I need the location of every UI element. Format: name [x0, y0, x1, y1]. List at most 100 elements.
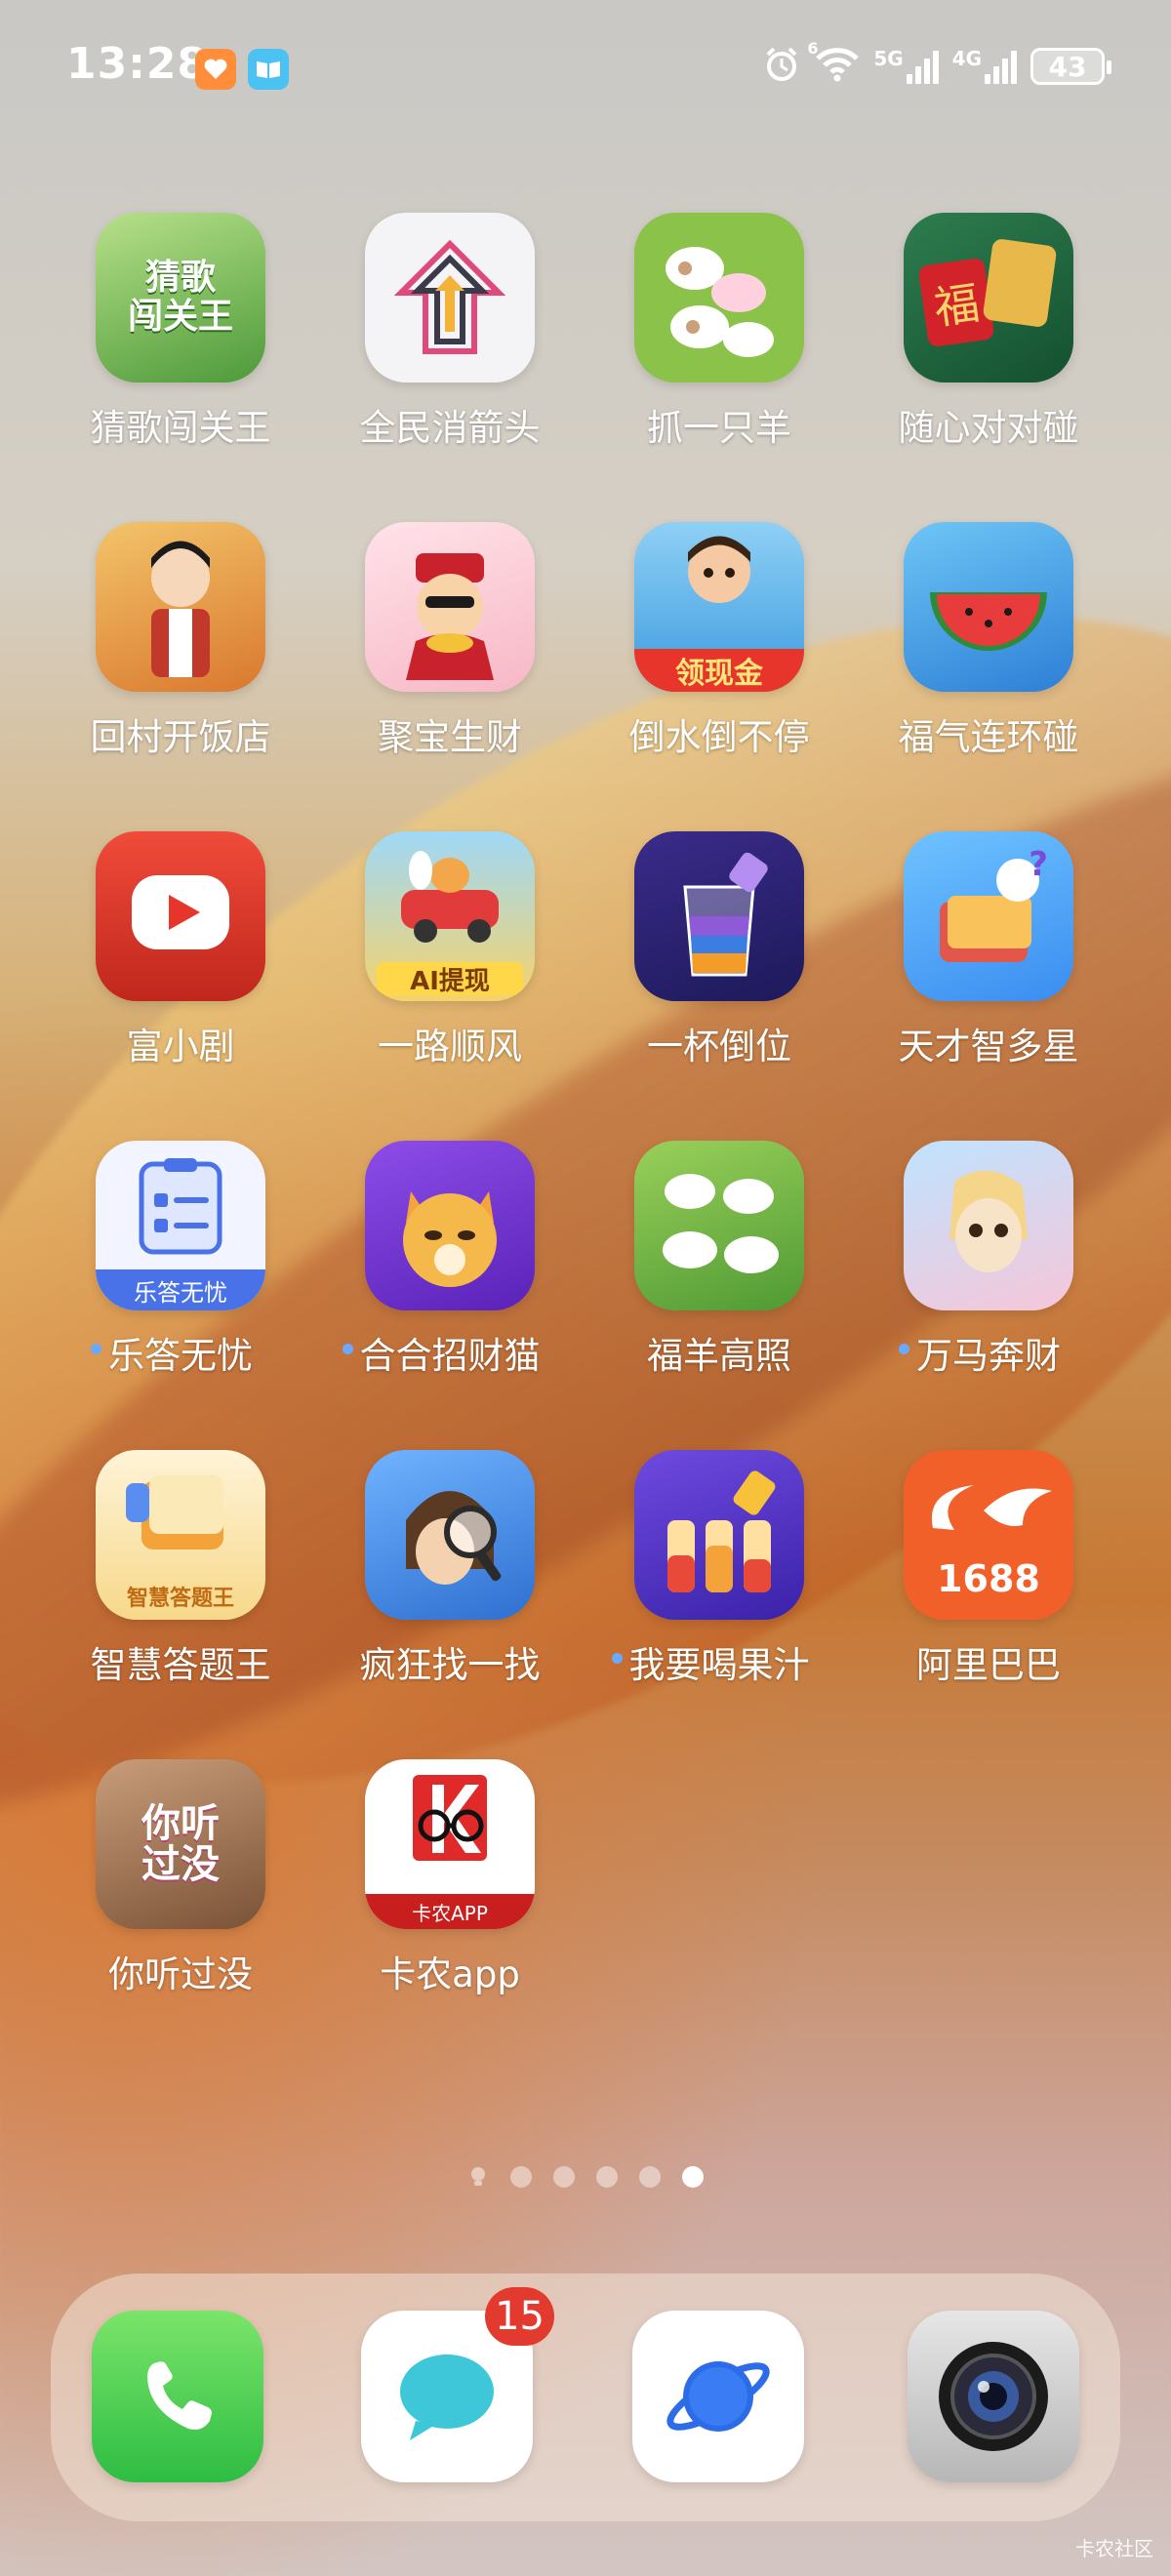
icon-text: 猜歌 闯关王 — [127, 258, 233, 337]
lucky-cat-icon — [365, 1141, 535, 1310]
planet-browser-icon — [666, 2361, 770, 2432]
app-label: 倒水倒不停 — [628, 716, 810, 758]
app-label: 随心对对碰 — [898, 407, 1079, 449]
app-label: 阿里巴巴 — [916, 1644, 1061, 1686]
fu-tile: 福 — [917, 257, 995, 348]
signal-icon — [906, 49, 939, 84]
icon-text-1688: 1688 — [937, 1557, 1040, 1600]
app-quanminxiaojiantou[interactable]: 全民消箭头 — [315, 213, 585, 457]
icon-text: 你听 过没 — [141, 1801, 220, 1887]
sheep-game-icon — [634, 213, 804, 382]
page-dot-2[interactable] — [553, 2166, 575, 2188]
status-indicators: 6 5G 4G 43 — [762, 41, 1111, 88]
new-app-dot — [91, 1344, 101, 1354]
alarm-icon — [762, 45, 801, 88]
wifi-icon: 6 — [807, 41, 860, 86]
app-zhuayizhiyang[interactable]: 抓一只羊 — [585, 213, 854, 457]
signal-4g: 4G — [952, 49, 1017, 84]
app-wanmabencai[interactable]: 万马奔财 — [854, 1141, 1123, 1385]
page-dot-search[interactable] — [467, 2166, 489, 2188]
app-label: 抓一只羊 — [647, 407, 791, 449]
music-quiz-icon: 你听 过没 — [96, 1759, 265, 1929]
quiz-book-icon: ? — [904, 831, 1073, 1001]
app-fuxiaoju[interactable]: 富小剧 — [46, 831, 315, 1075]
app-label: 合合招财猫 — [342, 1326, 541, 1379]
app-label: 猜歌闯关王 — [90, 407, 271, 449]
dock-messages[interactable]: 15 — [361, 2287, 554, 2482]
dock-browser[interactable] — [632, 2311, 804, 2482]
app-label-text: 乐答无忧 — [108, 1335, 253, 1377]
app-hehezhaocaimao[interactable]: 合合招财猫 — [315, 1141, 585, 1385]
app-label: 一路顺风 — [378, 1026, 522, 1067]
app-jubaoshengcai[interactable]: 聚宝生财 — [315, 522, 585, 766]
alibaba-1688-icon: 1688 — [904, 1450, 1073, 1620]
app-tiancaizhiduoxing[interactable]: ? 天才智多星 — [854, 831, 1123, 1075]
sheep-herd-icon — [634, 1141, 804, 1310]
page-indicator[interactable] — [0, 2166, 1171, 2188]
drink-cup-icon — [634, 831, 804, 1001]
cash-banner: 领现金 — [634, 649, 804, 692]
app-nitingguomei[interactable]: 你听 过没 你听过没 — [46, 1759, 315, 2003]
magnifier-detective-icon — [365, 1450, 535, 1620]
page-dot-3[interactable] — [596, 2166, 618, 2188]
status-bar: 13:28 6 5G 4G 43 — [0, 0, 1171, 137]
app-zhihuidatiwang[interactable]: 智慧答题王 智慧答题王 — [46, 1450, 315, 1694]
chat-bubble-icon — [400, 2355, 494, 2440]
icon-banner: 智慧答题王 — [126, 1587, 234, 1611]
fortune-tile-icon: 福 — [904, 213, 1073, 382]
restaurant-game-icon — [96, 522, 265, 692]
app-fuyanggaozhao[interactable]: 福羊高照 — [585, 1141, 854, 1385]
gold-tile — [982, 237, 1058, 329]
app-yilushunfeng[interactable]: AI提现 一路顺风 — [315, 831, 585, 1075]
battery-level: 43 — [1048, 50, 1087, 83]
dock-camera[interactable] — [908, 2311, 1079, 2482]
app-woyaoheguozhi[interactable]: 我要喝果汁 — [585, 1450, 854, 1694]
app-suixinduiduipeng[interactable]: 福 随心对对碰 — [854, 213, 1123, 457]
app-label-text: 我要喝果汁 — [628, 1644, 810, 1686]
unread-badge: 15 — [485, 2287, 554, 2346]
app-daoshuidaobuting[interactable]: 领现金 倒水倒不停 — [585, 522, 854, 766]
app-label: 一杯倒位 — [647, 1026, 791, 1067]
arrow-puzzle-icon — [365, 213, 535, 382]
status-time: 13:28 — [66, 39, 209, 89]
app-alibaba[interactable]: 1688 阿里巴巴 — [854, 1450, 1123, 1694]
app-label: 天才智多星 — [898, 1026, 1079, 1067]
app-caigechuangguanwang[interactable]: 猜歌 闯关王 猜歌闯关王 — [46, 213, 315, 457]
app-huicunkaifandian[interactable]: 回村开饭店 — [46, 522, 315, 766]
page-dot-1[interactable] — [510, 2166, 532, 2188]
clipboard-icon: 乐答无忧 — [96, 1141, 265, 1310]
new-app-dot — [611, 1653, 623, 1664]
watermark: 卡农社区 — [1075, 2537, 1153, 2560]
juice-bottles-icon — [634, 1450, 804, 1620]
signal-5g: 5G — [873, 47, 939, 84]
network-5g-label: 5G — [873, 47, 904, 70]
new-app-dot — [342, 1344, 353, 1354]
dock: 15 — [51, 2274, 1120, 2521]
watermelon-icon — [904, 522, 1073, 692]
pony-icon — [904, 1141, 1073, 1310]
app-kanongapp[interactable]: 卡农APP 卡农app — [315, 1759, 585, 2003]
dock-phone[interactable] — [92, 2311, 263, 2482]
lightbulb-icon — [471, 2167, 485, 2186]
app-fengkuangzhaoyizhao[interactable]: 疯狂找一找 — [315, 1450, 585, 1694]
app-ledawuyou[interactable]: 乐答无忧 乐答无忧 — [46, 1141, 315, 1385]
page-dot-4[interactable] — [639, 2166, 661, 2188]
ai-cash-banner: AI提现 — [377, 962, 523, 996]
app-label: 我要喝果汁 — [611, 1635, 810, 1688]
app-label: 福羊高照 — [647, 1335, 791, 1377]
new-app-dot — [899, 1344, 909, 1354]
battery-icon: 43 — [1030, 48, 1111, 85]
water-pour-icon: 领现金 — [634, 522, 804, 692]
wifi-sub-label: 6 — [807, 39, 819, 58]
app-label: 全民消箭头 — [359, 407, 541, 449]
camera-lens-icon — [939, 2342, 1048, 2451]
wealth-god-icon — [365, 522, 535, 692]
page-dot-5-active[interactable] — [682, 2166, 704, 2188]
app-label-text: 万马奔财 — [916, 1335, 1061, 1377]
signal-icon-2 — [985, 49, 1017, 84]
icon-banner: 乐答无忧 — [96, 1269, 265, 1310]
app-yibeidaowei[interactable]: 一杯倒位 — [585, 831, 854, 1075]
app-label: 乐答无忧 — [91, 1326, 253, 1379]
app-fuqilianhuanpeng[interactable]: 福气连环碰 — [854, 522, 1123, 766]
app-label: 疯狂找一找 — [359, 1644, 541, 1686]
